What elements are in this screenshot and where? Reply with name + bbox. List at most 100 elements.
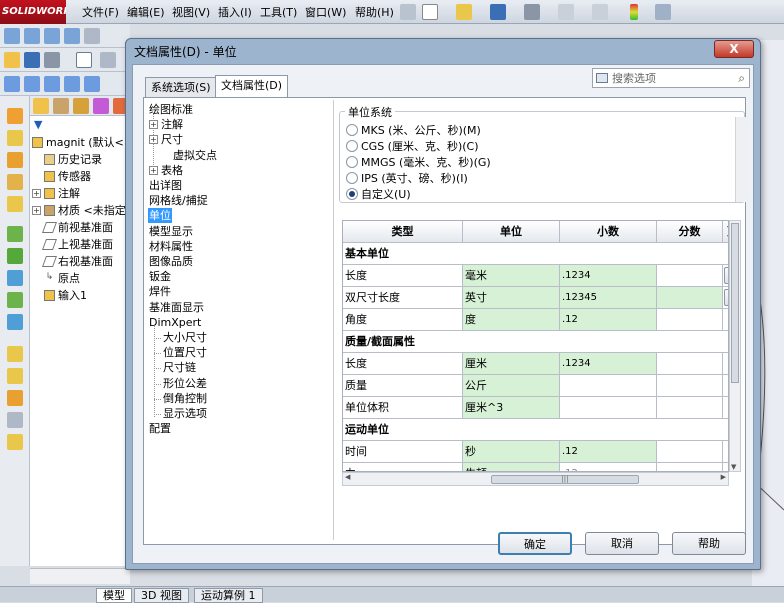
undo-icon[interactable] — [558, 4, 574, 20]
revolve-icon[interactable] — [7, 174, 23, 190]
radio-cgs[interactable]: CGS (厘米、克、秒)(C) — [346, 138, 479, 154]
nav-dimxpert[interactable]: DimXpert — [148, 315, 202, 330]
pan-icon[interactable] — [64, 28, 80, 44]
nav-annotations[interactable]: 注解 — [160, 117, 184, 132]
scroll-thumb[interactable] — [731, 223, 739, 383]
pin-icon[interactable] — [400, 4, 416, 20]
feature-icon[interactable] — [7, 108, 23, 124]
fillet-icon[interactable] — [7, 314, 23, 330]
nav-detailing[interactable]: 出详图 — [148, 178, 183, 193]
decimal-dropdown-cell[interactable]: .12 — [560, 463, 657, 471]
fraction-cell[interactable] — [657, 353, 723, 375]
property-manager-tab-icon[interactable] — [53, 98, 69, 114]
extrude-icon[interactable] — [7, 152, 23, 168]
help-button[interactable]: 帮助 — [672, 532, 746, 555]
fraction-cell[interactable] — [657, 265, 723, 287]
unit-dropdown-cell[interactable]: 牛顿 — [463, 463, 560, 471]
menu-window[interactable]: 窗口(W) — [305, 4, 346, 20]
column-header[interactable]: 分数 — [657, 221, 723, 243]
open-icon[interactable] — [4, 52, 20, 68]
nav-configurations[interactable]: 配置 — [148, 421, 172, 436]
search-options-field[interactable]: 搜索选项 ⌕ — [592, 68, 750, 88]
front-view-icon[interactable] — [24, 76, 40, 92]
nav-size-dimension[interactable]: 大小尺寸 — [162, 330, 208, 345]
panel-vertical-scrollbar[interactable] — [735, 117, 747, 202]
scroll-thumb[interactable]: ||| — [491, 475, 639, 484]
radio-mmgs[interactable]: MMGS (毫米、克、秒)(G) — [346, 154, 491, 170]
fraction-cell[interactable] — [657, 287, 723, 309]
decimal-dropdown-cell[interactable] — [560, 375, 657, 397]
nav-weldments[interactable]: 焊件 — [148, 284, 172, 299]
expand-icon[interactable]: + — [149, 165, 158, 175]
configuration-manager-tab-icon[interactable] — [73, 98, 89, 114]
unit-dropdown-cell[interactable]: 秒 — [463, 441, 560, 463]
rotate-icon[interactable] — [44, 28, 60, 44]
new-document-icon[interactable] — [422, 4, 438, 20]
cut-icon[interactable] — [7, 226, 23, 242]
tree-item-front-plane[interactable]: 前视基准面 — [41, 219, 113, 235]
tree-item-right-plane[interactable]: 右视基准面 — [41, 253, 113, 269]
radio-mks[interactable]: MKS (米、公斤、秒)(M) — [346, 122, 481, 138]
tree-horizontal-scrollbar[interactable] — [30, 568, 130, 584]
fraction-cell[interactable] — [657, 441, 723, 463]
tab-system-options[interactable]: 系统选项(S) — [145, 77, 217, 97]
nav-plane-display[interactable]: 基准面显示 — [148, 300, 205, 315]
print-icon[interactable] — [44, 52, 60, 68]
tab-model[interactable]: 模型 — [96, 588, 132, 603]
unit-dropdown-cell[interactable]: 毫米 — [463, 265, 560, 287]
tree-item-origin[interactable]: ↳ 原点 — [44, 270, 80, 286]
unit-dropdown-cell[interactable]: 英寸 — [463, 287, 560, 309]
zoom-area-icon[interactable] — [24, 28, 40, 44]
cut-revolve-icon[interactable] — [7, 248, 23, 264]
ok-button[interactable]: 确定 — [498, 532, 572, 555]
tree-item-history[interactable]: 历史记录 — [44, 151, 102, 167]
draft-icon[interactable] — [7, 390, 23, 406]
tree-part-node[interactable]: magnit (默认< — [32, 134, 124, 150]
expand-icon[interactable]: + — [32, 188, 41, 198]
column-header[interactable]: 单位 — [463, 221, 560, 243]
rib-icon[interactable] — [7, 346, 23, 362]
trimetric-view-icon[interactable] — [84, 76, 100, 92]
dimxpert-tab-icon[interactable] — [93, 98, 109, 114]
tree-item-material[interactable]: + 材质 <未指定 — [32, 202, 126, 218]
expand-icon[interactable]: + — [149, 120, 158, 130]
radio-custom[interactable]: 自定义(U) — [346, 186, 411, 202]
scroll-down-arrow-icon[interactable]: ▼ — [731, 463, 736, 471]
unit-dropdown-cell[interactable]: 度 — [463, 309, 560, 331]
nav-grid-snap[interactable]: 网格线/捕捉 — [148, 193, 209, 208]
unit-dropdown-cell[interactable]: 厘米^3 — [463, 397, 560, 419]
decimal-dropdown-cell[interactable]: .12 — [560, 309, 657, 331]
nav-virtual-sharps[interactable]: 虚拟交点 — [172, 148, 218, 163]
iso-view-icon[interactable] — [4, 76, 20, 92]
nav-location-dimension[interactable]: 位置尺寸 — [162, 345, 208, 360]
radio-ips[interactable]: IPS (英寸、磅、秒)(I) — [346, 170, 468, 186]
nav-material-properties[interactable]: 材料属性 — [148, 239, 194, 254]
pattern-icon[interactable] — [7, 270, 23, 286]
tab-document-properties[interactable]: 文档属性(D) — [215, 75, 289, 98]
tree-item-sensors[interactable]: 传感器 — [44, 168, 91, 184]
save-icon[interactable] — [490, 4, 506, 20]
reference-icon[interactable] — [7, 412, 23, 428]
tree-item-annotations[interactable]: + 注解 — [32, 185, 80, 201]
table-horizontal-scrollbar[interactable]: ◀ ||| ▶ — [342, 472, 729, 486]
menu-view[interactable]: 视图(V) — [172, 4, 210, 20]
fraction-cell[interactable] — [657, 463, 723, 471]
unit-dropdown-cell[interactable]: 厘米 — [463, 353, 560, 375]
zoom-fit-icon[interactable] — [4, 28, 20, 44]
nav-chain-dimension[interactable]: 尺寸链 — [162, 360, 197, 375]
decimal-dropdown-cell[interactable]: .12345 — [560, 287, 657, 309]
redo-icon[interactable] — [592, 4, 608, 20]
nav-geometric-tolerance[interactable]: 形位公差 — [162, 376, 208, 391]
menu-file[interactable]: 文件(F) — [82, 4, 119, 20]
filter-icon[interactable]: ▼ — [34, 118, 42, 131]
scroll-left-arrow-icon[interactable]: ◀ — [345, 473, 350, 481]
column-header[interactable]: 类型 — [343, 221, 463, 243]
right-view-icon[interactable] — [64, 76, 80, 92]
tree-item-import[interactable]: 输入1 — [44, 287, 87, 303]
sketch-icon[interactable] — [7, 130, 23, 146]
tab-motion-study[interactable]: 运动算例 1 — [194, 588, 263, 603]
feature-manager-tab-icon[interactable] — [33, 98, 49, 114]
menu-edit[interactable]: 编辑(E) — [127, 4, 165, 20]
save-icon[interactable] — [24, 52, 40, 68]
view-orientation-icon[interactable] — [84, 28, 100, 44]
